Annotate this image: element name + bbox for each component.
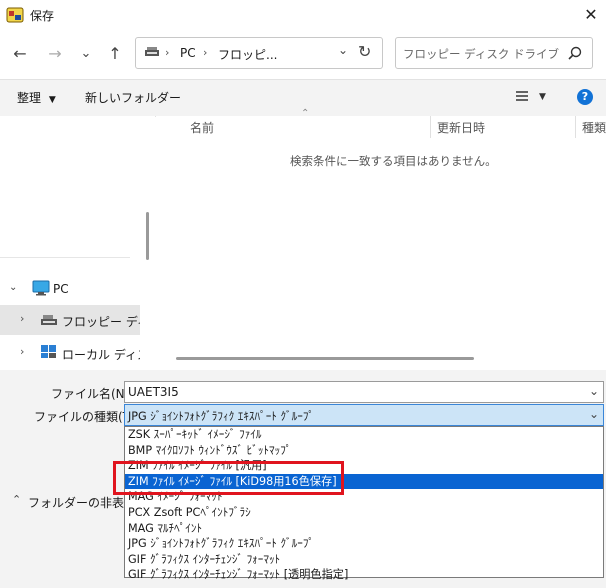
- filetype-option[interactable]: MAG ﾏﾙﾁﾍﾟｲﾝﾄ: [125, 521, 603, 537]
- address-separator: ›: [165, 46, 170, 59]
- pc-icon: [144, 44, 160, 63]
- column-header-name[interactable]: 名前: [190, 119, 214, 136]
- triangle-down-icon: ▼: [48, 95, 56, 105]
- filetype-selected-value: JPG ｼﾞｮｲﾝﾄﾌｫﾄｸﾞﾗﾌｨｸ ｴｷｽﾊﾟｰﾄ ｸﾞﾙｰﾌﾟ: [128, 410, 315, 423]
- filename-label: ファイル名(N):: [51, 387, 134, 401]
- view-dropdown-icon[interactable]: ▼: [539, 92, 546, 102]
- filetype-option[interactable]: GIF ｸﾞﾗﾌｨｸｽ ｲﾝﾀｰﾁｪﾝｼﾞ ﾌｫｰﾏｯﾄ: [125, 552, 603, 568]
- chevron-up-icon[interactable]: ⌃: [12, 493, 21, 506]
- address-separator: ›: [203, 46, 208, 59]
- filetype-option[interactable]: ZSK ｽｰﾊﾟｰｷｯﾄﾞ ｲﾒｰｼﾞ ﾌｧｲﾙ: [125, 427, 603, 443]
- local-disk-icon: [40, 344, 58, 363]
- column-header-type[interactable]: 種類: [582, 119, 606, 136]
- expand-chevron-icon[interactable]: ⌄: [9, 282, 17, 293]
- filetype-dropdown-icon[interactable]: ⌄: [589, 407, 599, 421]
- nav-divider: [0, 257, 130, 258]
- filetype-option[interactable]: JPG ｼﾞｮｲﾝﾄﾌｫﾄｸﾞﾗﾌｨｸ ｴｷｽﾊﾟｰﾄ ｸﾞﾙｰﾌﾟ: [125, 536, 603, 552]
- up-button[interactable]: ↑: [103, 42, 127, 66]
- filename-value: UAET3I5: [128, 385, 179, 399]
- new-folder-button[interactable]: 新しいフォルダー: [85, 89, 181, 106]
- collapse-chevron-icon[interactable]: ›: [20, 345, 24, 358]
- search-icon[interactable]: [567, 45, 583, 64]
- address-dropdown-icon[interactable]: ⌄: [338, 43, 348, 57]
- refresh-button[interactable]: ↻: [358, 42, 371, 61]
- pc-monitor-icon: [32, 280, 50, 299]
- sidebar-item-local-disk[interactable]: ローカル ディスク: [62, 346, 140, 363]
- organize-label: 整理: [17, 91, 42, 105]
- forward-button[interactable]: →: [43, 42, 67, 66]
- collapse-chevron-icon[interactable]: ›: [20, 312, 24, 325]
- column-divider[interactable]: [430, 116, 431, 138]
- horizontal-scrollbar[interactable]: [176, 357, 474, 360]
- recent-locations-button[interactable]: ⌄: [74, 42, 98, 66]
- filename-dropdown-icon[interactable]: ⌄: [589, 384, 599, 398]
- address-part-pc[interactable]: PC: [180, 46, 196, 60]
- filetype-dropdown-list: ZSK ｽｰﾊﾟｰｷｯﾄﾞ ｲﾒｰｼﾞ ﾌｧｲﾙ BMP ﾏｲｸﾛｿﾌﾄ ｳｨﾝﾄ…: [124, 426, 604, 581]
- sidebar-item-pc[interactable]: PC: [53, 282, 69, 296]
- window-title: 保存: [30, 9, 55, 23]
- back-button[interactable]: ←: [8, 42, 32, 66]
- list-view-icon: [516, 91, 528, 101]
- sort-arrow-icon: ⌃: [301, 108, 310, 119]
- empty-message: 検索条件に一致する項目はありません。: [290, 154, 497, 168]
- address-part-floppy[interactable]: フロッピ...: [218, 46, 277, 63]
- help-icon[interactable]: ?: [577, 89, 593, 105]
- hide-folders-button[interactable]: フォルダーの非表示: [28, 494, 136, 511]
- title-bar: [0, 0, 606, 30]
- organize-button[interactable]: 整理 ▼: [17, 89, 56, 106]
- floppy-drive-icon: [40, 313, 58, 330]
- column-divider[interactable]: [575, 116, 576, 138]
- filetype-option[interactable]: BMP ﾏｲｸﾛｿﾌﾄ ｳｨﾝﾄﾞｳｽﾞ ﾋﾞｯﾄﾏｯﾌﾟ: [125, 443, 603, 459]
- filetype-option[interactable]: GIF ｸﾞﾗﾌｨｸｽ ｲﾝﾀｰﾁｪﾝｼﾞ ﾌｫｰﾏｯﾄ [透明色指定]: [125, 567, 603, 583]
- filetype-option[interactable]: PCX Zsoft PCﾍﾟｲﾝﾄﾌﾞﾗｼ: [125, 505, 603, 521]
- column-header-date[interactable]: 更新日時: [437, 119, 485, 136]
- view-options-button[interactable]: [514, 88, 530, 107]
- sidebar-item-floppy-label: フロッピー ディスク: [62, 315, 140, 329]
- search-placeholder: フロッピー ディスク ドライブ (A:)...: [403, 47, 563, 61]
- app-icon: [6, 6, 24, 24]
- close-button[interactable]: ✕: [578, 2, 604, 28]
- annotation-highlight-box: [113, 461, 344, 495]
- filename-field[interactable]: [124, 381, 604, 403]
- nav-scrollbar[interactable]: [146, 212, 149, 260]
